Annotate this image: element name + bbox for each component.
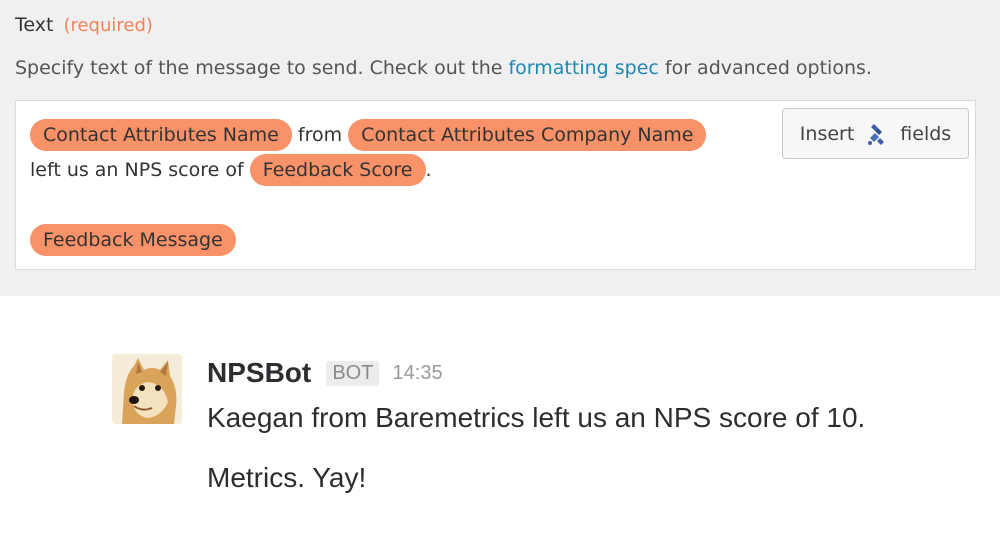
insert-fields-button[interactable]: Insert fields [782,108,969,159]
form-panel: Text (required) Specify text of the messa… [0,0,1000,296]
editor-text-period: . [425,159,432,181]
message-text-editor[interactable]: Contact Attributes Name from Contact Att… [15,100,976,270]
bot-badge: BOT [326,360,380,386]
doge-avatar[interactable] [112,354,182,424]
message-timestamp[interactable]: 14:35 [393,362,443,385]
doge-avatar-image [112,354,182,424]
editor-line-1: Contact Attributes Name from Contact Att… [30,119,707,151]
zapier-fields-icon [866,122,888,146]
fields-label: fields [900,122,952,145]
help-prefix: Specify text of the message to send. Che… [15,57,503,79]
message-line-2: Metrics. Yay! [207,462,367,493]
help-suffix: for advanced options. [664,57,872,79]
editor-line-3: Feedback Message [30,224,236,256]
formatting-spec-link[interactable]: formatting spec [508,57,658,79]
field-pill-feedback-message[interactable]: Feedback Message [30,224,236,256]
field-pill-company-name[interactable]: Contact Attributes Company Name [348,119,707,151]
editor-text-from: from [297,124,343,146]
required-marker: (required) [63,15,153,36]
insert-label: Insert [799,122,855,145]
message-header: NPSBot BOT 14:35 [207,357,443,389]
field-pill-feedback-score[interactable]: Feedback Score [249,154,426,186]
editor-line-2: left us an NPS score of Feedback Score. [30,154,432,186]
message-line-1: Kaegan from Baremetrics left us an NPS s… [207,402,866,433]
field-label: Text (required) [15,14,153,36]
editor-text-nps: left us an NPS score of [30,159,244,181]
slack-message: NPSBot BOT 14:35 Kaegan from Baremetrics… [112,354,972,504]
field-pill-contact-name[interactable]: Contact Attributes Name [30,119,292,151]
field-label-text: Text [15,14,54,36]
help-text: Specify text of the message to send. Che… [15,57,872,79]
bot-username[interactable]: NPSBot [207,357,311,388]
